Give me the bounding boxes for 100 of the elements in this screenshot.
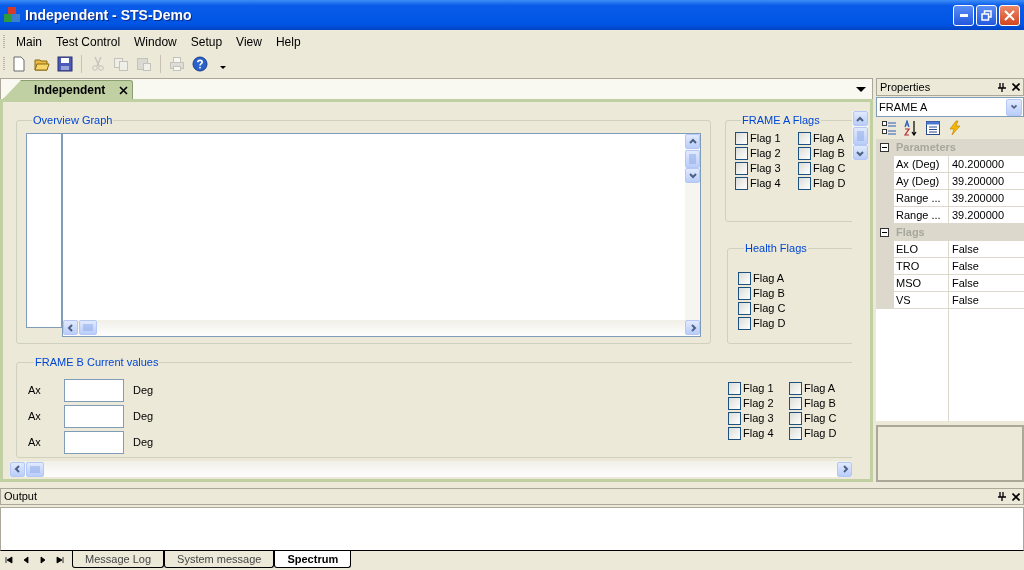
scroll-right-button[interactable] [685, 320, 700, 335]
new-file-icon[interactable] [11, 56, 27, 72]
menu-item[interactable]: Window [127, 33, 184, 51]
checkbox[interactable] [735, 161, 748, 175]
scroll-right-button[interactable] [837, 461, 852, 477]
checkbox[interactable] [738, 286, 751, 300]
previous-icon[interactable] [22, 556, 30, 564]
property-value: False [949, 258, 1024, 275]
chevron-down-icon [1009, 102, 1019, 112]
checkbox-label: Flag A [753, 270, 785, 286]
group-title: FRAME B Current values [34, 355, 160, 370]
group-title: Overview Graph [32, 113, 114, 128]
input-field[interactable] [64, 378, 124, 402]
menu-item[interactable]: View [229, 33, 269, 51]
minus-icon [882, 232, 887, 233]
unit-label: Deg [133, 434, 154, 450]
horizontal-scrollbar[interactable] [10, 461, 852, 477]
checkbox[interactable] [789, 426, 802, 440]
checkbox-label: Flag D [813, 175, 846, 191]
field-label: Ax [28, 408, 42, 424]
vertical-scrollbar[interactable] [685, 133, 700, 183]
input-field[interactable] [64, 404, 124, 428]
unit-label: Deg [133, 382, 154, 398]
checkbox[interactable] [735, 131, 748, 145]
scroll-thumb[interactable] [685, 149, 700, 168]
checkbox[interactable] [789, 381, 802, 395]
checkbox-label: Flag 1 [743, 380, 774, 396]
checkbox[interactable] [789, 411, 802, 425]
output-tab[interactable]: Spectrum [274, 551, 352, 568]
checkbox[interactable] [738, 316, 751, 330]
first-page-icon[interactable] [5, 556, 13, 564]
checkbox-label: Flag C [813, 160, 846, 176]
checkbox-label: Flag C [753, 300, 786, 316]
folder-icon[interactable] [34, 56, 50, 72]
checkbox[interactable] [735, 176, 748, 190]
checkbox[interactable] [728, 396, 741, 410]
scroll-thumb[interactable] [26, 461, 44, 477]
checkbox[interactable] [728, 426, 741, 440]
pin-icon[interactable] [998, 492, 1006, 501]
checkbox-label: Flag A [804, 380, 836, 396]
menu-item[interactable]: Test Control [49, 33, 128, 51]
close-button[interactable] [999, 4, 1020, 26]
menu-item[interactable]: Setup [183, 33, 230, 51]
scroll-left-button[interactable] [10, 461, 25, 477]
menu-item[interactable]: Help [268, 33, 308, 51]
scroll-left-button[interactable] [63, 320, 78, 335]
scroll-thumb[interactable] [79, 320, 97, 335]
property-pages-icon[interactable] [925, 120, 941, 136]
checkbox-label: Flag B [813, 145, 845, 161]
horizontal-scrollbar[interactable] [63, 319, 700, 336]
checkbox-label: Flag D [804, 425, 837, 441]
checkbox[interactable] [798, 146, 811, 160]
close-icon[interactable] [1012, 492, 1020, 501]
vertical-scrollbar[interactable] [852, 111, 868, 160]
checkbox[interactable] [798, 131, 811, 145]
minimize-button[interactable] [953, 4, 974, 26]
checkbox[interactable] [738, 301, 751, 315]
menu-item[interactable]: Main [9, 33, 49, 51]
minus-icon [882, 147, 887, 148]
checkbox-label: Flag A [813, 130, 845, 146]
pin-icon[interactable] [998, 82, 1006, 92]
panel-title: Properties [880, 79, 931, 95]
checkbox[interactable] [789, 396, 802, 410]
scroll-thumb[interactable] [852, 127, 868, 145]
input-field[interactable] [64, 430, 124, 454]
checkbox-label: Flag D [753, 315, 786, 331]
checkbox[interactable] [738, 271, 751, 285]
collapse-toggle[interactable] [880, 228, 889, 237]
checkbox[interactable] [798, 176, 811, 190]
scroll-down-button[interactable] [852, 145, 868, 160]
checkbox[interactable] [728, 381, 741, 395]
last-page-icon[interactable] [56, 556, 64, 564]
checkbox-label: Flag B [804, 395, 836, 411]
close-icon[interactable] [119, 85, 129, 95]
property-name: VS [894, 292, 949, 309]
output-tab[interactable]: Message Log [72, 551, 165, 568]
checkbox[interactable] [735, 146, 748, 160]
caret-icon[interactable] [220, 66, 226, 70]
sort-alphabetical-icon[interactable] [903, 120, 919, 136]
minimize-icon [959, 13, 968, 17]
close-icon[interactable] [1012, 83, 1020, 91]
grip-icon [3, 34, 6, 50]
document-tab[interactable]: Independent [3, 80, 134, 99]
checkbox[interactable] [728, 411, 741, 425]
collapse-toggle[interactable] [880, 143, 889, 152]
scroll-up-button[interactable] [685, 133, 700, 149]
checkbox-label: Flag 2 [743, 395, 774, 411]
categorized-icon[interactable] [881, 120, 897, 136]
checkbox-label: Flag 2 [750, 145, 781, 161]
group-title: Health Flags [744, 241, 808, 256]
checkbox[interactable] [798, 161, 811, 175]
scroll-up-button[interactable] [852, 111, 868, 126]
object-dropdown[interactable]: FRAME A [876, 97, 1024, 117]
property-value: False [949, 275, 1024, 292]
restore-button[interactable] [976, 4, 997, 26]
dropdown-arrow-icon[interactable] [856, 87, 866, 93]
window-title: Independent - STS-Demo [25, 5, 192, 25]
help-icon[interactable] [192, 56, 208, 72]
next-icon[interactable] [39, 556, 47, 564]
output-tab[interactable]: System message [164, 551, 275, 568]
